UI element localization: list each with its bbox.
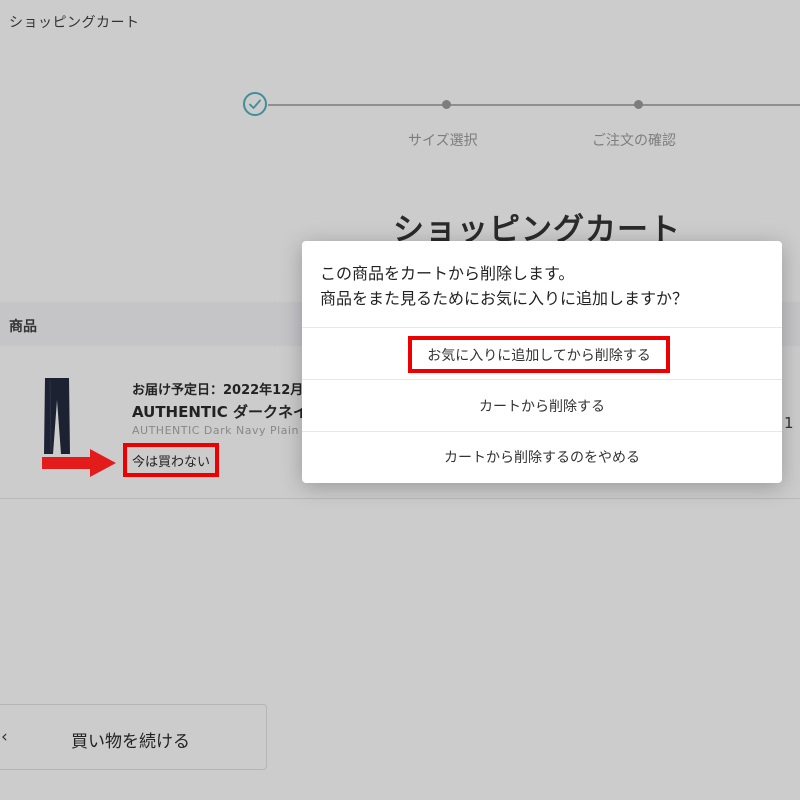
continue-shopping-button[interactable]: ‹ 買い物を続ける	[0, 704, 267, 770]
product-name[interactable]: AUTHENTIC ダークネイ	[132, 401, 308, 422]
stepper-dot	[442, 100, 451, 109]
dialog-message-line1: この商品をカートから削除します。	[320, 264, 575, 283]
step-label-size: サイズ選択	[408, 133, 478, 149]
continue-shopping-label: 買い物を続ける	[71, 732, 190, 752]
chevron-left-icon: ‹	[1, 727, 8, 747]
remove-from-cart-button[interactable]: カートから削除する	[302, 396, 782, 416]
not-now-button[interactable]: 今は買わない	[123, 443, 219, 477]
divider	[302, 327, 782, 328]
dialog-message-line2: 商品をまた見るためにお気に入りに追加しますか？	[320, 289, 689, 308]
divider	[302, 431, 782, 432]
stepper-line	[268, 104, 800, 106]
right-arrow-icon	[42, 449, 116, 477]
divider	[302, 379, 782, 380]
row-divider	[0, 498, 800, 499]
delivery-date: お届け予定日：2022年12月	[132, 383, 304, 398]
column-header-product: 商品	[9, 319, 37, 335]
cancel-remove-button[interactable]: カートから削除するのをやめる	[302, 447, 782, 467]
dialog-message: この商品をカートから削除します。 商品をまた見るためにお気に入りに追加しますか？	[320, 261, 688, 311]
product-image[interactable]	[42, 378, 72, 456]
stepper-dot	[634, 100, 643, 109]
quantity-value[interactable]: 1	[784, 414, 794, 432]
check-icon	[243, 92, 267, 116]
page-title: ショッピングカート	[9, 15, 140, 31]
add-favorite-then-remove-button[interactable]: お気に入りに追加してから削除する	[408, 336, 670, 373]
cart-page: ショッピングカート サイズ選択 ご注文の確認 ショッピングカート 商品 お届け予…	[0, 0, 800, 800]
step-label-confirm: ご注文の確認	[592, 133, 676, 149]
remove-item-dialog: この商品をカートから削除します。 商品をまた見るためにお気に入りに追加しますか？…	[302, 241, 782, 483]
product-name-en: AUTHENTIC Dark Navy Plain	[132, 424, 299, 437]
